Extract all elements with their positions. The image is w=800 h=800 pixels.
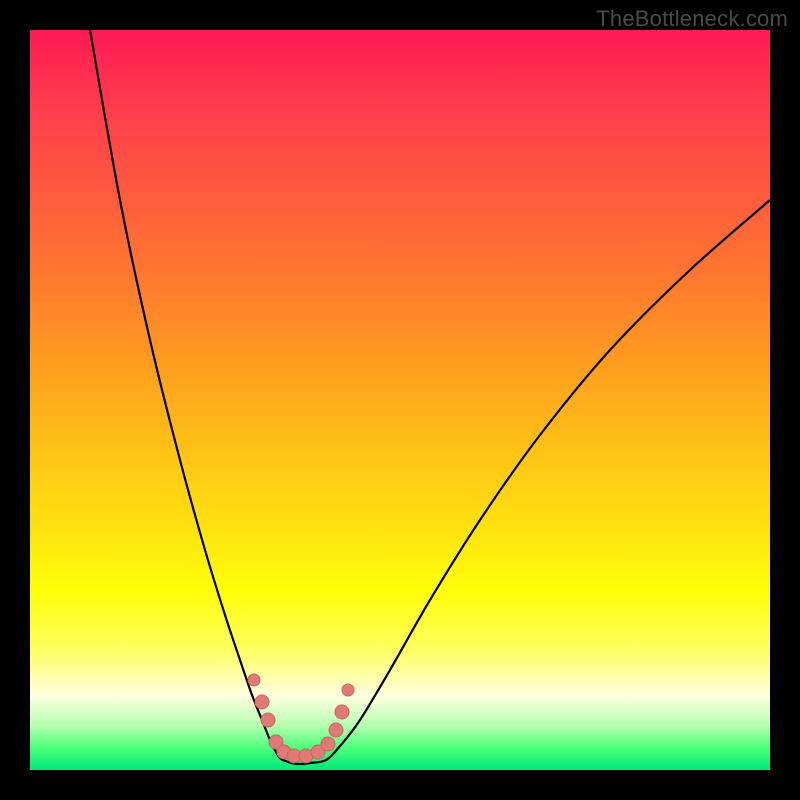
curve-marker (321, 737, 335, 751)
watermark-text: TheBottleneck.com (596, 6, 788, 32)
curve-marker (248, 674, 260, 686)
curve-marker (261, 713, 275, 727)
chart-frame: TheBottleneck.com (0, 0, 800, 800)
curve-path (90, 30, 770, 764)
curve-marker (335, 705, 349, 719)
chart-plot-area (30, 30, 770, 770)
curve-marker (255, 695, 269, 709)
chart-svg (30, 30, 770, 770)
curve-marker (342, 684, 354, 696)
curve-marker (329, 723, 343, 737)
